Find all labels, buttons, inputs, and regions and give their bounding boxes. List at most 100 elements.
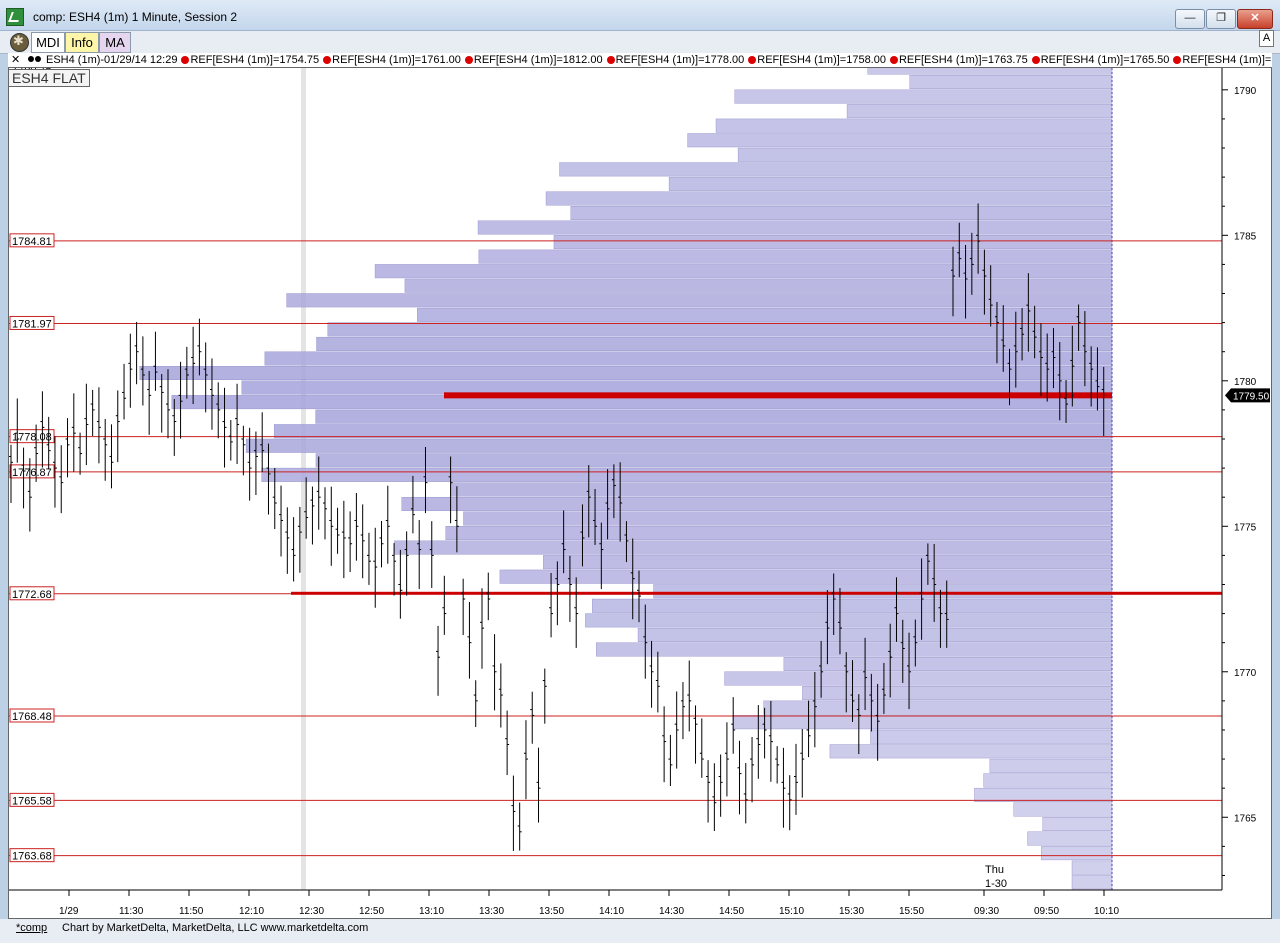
legend-item: REF[ESH4 (1m)]=1812.00 [464,54,603,66]
ref-dot-icon [1031,56,1040,64]
volume-profile-row [1071,875,1113,890]
legend-item: ESH4 (1m)-01/29/14 12:29 [46,54,178,66]
volume-profile-row [1071,860,1113,875]
ref-dot-icon [323,56,332,64]
y-axis-area [1222,68,1271,918]
poc-line [444,392,1112,399]
legend-item: REF[ESH4 (1m)]=1754.75 [181,54,319,66]
volume-profile-row [316,336,1113,351]
x-axis-label: 14:50 [719,906,744,917]
restore-button[interactable]: ❐ [1206,9,1236,29]
restore-icon: ❐ [1216,12,1226,24]
volume-profile-row [327,322,1113,337]
session-date-label: 1-30 [985,878,1007,890]
volume-profile-row [401,496,1113,511]
volume-profile-row [763,700,1113,715]
volume-profile-row [477,220,1113,235]
volume-profile-row [445,526,1113,541]
comp-link[interactable]: *comp [16,922,47,934]
volume-profile-row [1042,817,1113,832]
volume-profile-row [829,744,1113,759]
volume-profile-row [1041,846,1113,861]
volume-profile-row [499,569,1113,584]
ref-level-label: 1763.68 [12,851,52,863]
legend-close-icon[interactable]: ✕ [11,53,20,66]
text-tool-button[interactable]: A [1259,30,1274,47]
volume-profile-row [478,249,1113,264]
close-button[interactable]: ✕ [1237,9,1273,29]
volume-profile-row [545,191,1113,206]
volume-profile-row [245,438,1113,453]
volume-profile-row [734,89,1113,104]
volume-profile-row [315,453,1113,468]
x-axis-label: 11:30 [119,906,144,917]
ref-dot-icon [606,56,615,64]
ref-level-label: 1776.87 [12,467,52,479]
gear-icon[interactable] [10,33,29,52]
volume-profile-row [139,366,1113,380]
x-axis-label: 09:50 [1034,906,1059,917]
volume-profile-row [715,118,1113,133]
x-axis-label: 12:50 [359,906,384,917]
x-axis-label: 14:30 [659,906,684,917]
volume-profile-row [374,264,1113,279]
y-axis-label: 1770 [1234,668,1257,679]
volume-profile-row [463,511,1113,526]
y-axis-label: 1785 [1234,231,1257,242]
volume-profile-row [559,162,1113,177]
x-axis-label: 09:30 [974,906,999,917]
volume-profile-row [732,715,1113,730]
volume-profile-row [687,133,1113,148]
market-delta-app-icon [6,8,24,26]
volume-profile-row [570,206,1113,220]
ref-level-label: 1765.58 [12,795,52,807]
chart-toolbar: MDI Info MA [0,31,1280,54]
minimize-button[interactable]: — [1175,9,1205,29]
volume-profile-row [737,147,1113,162]
x-axis-label: 12:10 [239,906,264,917]
volume-profile-row [450,482,1113,497]
volume-profile-row [1027,831,1113,846]
value-area-line [291,591,1222,595]
volume-profile-row [668,176,1113,191]
series-dot-icon [35,56,41,62]
x-axis-label: 15:50 [899,906,924,917]
volume-profile-row [592,598,1113,613]
x-axis-label: 13:50 [539,906,564,917]
legend-item: REF[ESH4 (1m)]=1761.00 [323,54,461,66]
ref-level-label: 1778.08 [12,432,52,444]
y-axis-label: 1765 [1234,813,1257,824]
volume-profile-row [974,787,1113,802]
ref-level-label: 1768.48 [12,711,52,723]
chart-area[interactable]: 1784.81 1781.97 1778.08 1776.87 1772.68 1768.… [8,67,1272,919]
x-axis-label: 15:30 [839,906,864,917]
x-axis-label: 12:30 [299,906,324,917]
ref-dot-icon [464,56,473,64]
x-axis-label: 13:10 [419,906,444,917]
legend-item: REF[ESH4 (1m)]=1763.75 [889,54,1028,66]
y-axis-label: 1775 [1234,522,1257,533]
volume-profile-row [394,540,1113,555]
legend-item: REF[ESH4 (1m)]=1778.00 [606,54,744,66]
window-titlebar[interactable]: comp: ESH4 (1m) 1 Minute, Session 2 — ❐ … [0,0,1280,31]
volume-profile-row [286,293,1113,308]
volume-profile-row [273,424,1113,439]
volume-profile-row [553,235,1113,250]
y-axis-label: 1790 [1234,86,1257,97]
info-button[interactable]: Info [65,32,99,53]
window-title: comp: ESH4 (1m) 1 Minute, Session 2 [33,10,238,24]
x-axis-label: 13:30 [479,906,504,917]
x-axis-label: 10:10 [1094,906,1119,917]
x-axis-label: 1/29 [59,906,79,917]
mdi-button[interactable]: MDI [31,32,65,53]
price-chart[interactable]: 1784.81 1781.97 1778.08 1776.87 1772.68 1768.… [9,68,1271,918]
ref-dot-icon [889,56,898,64]
ref-level-label: 1772.68 [12,589,52,601]
volume-profile-row [637,627,1113,642]
volume-profile-row [989,758,1113,773]
ref-dot-icon [181,56,190,64]
series-dot-icon [28,56,34,62]
ma-button[interactable]: MA [99,32,131,53]
ref-dot-icon [1173,56,1182,64]
close-icon: ✕ [1250,12,1260,24]
